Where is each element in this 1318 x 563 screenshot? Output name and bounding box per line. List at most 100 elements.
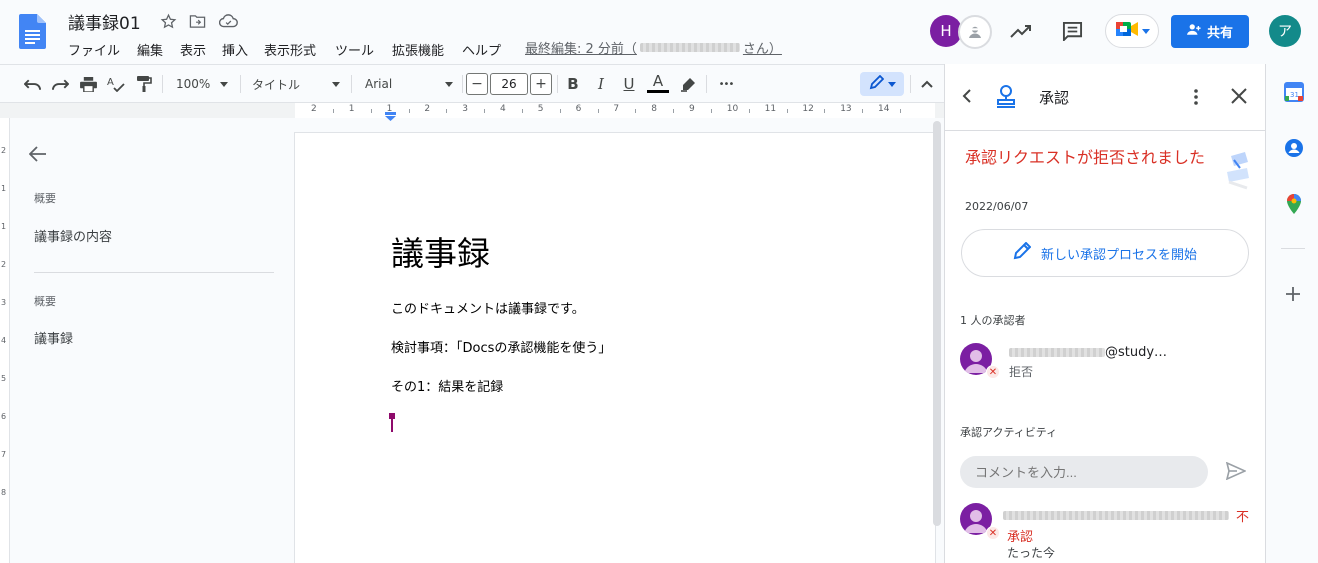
ruler-number: 10 (726, 104, 739, 114)
more-options-button[interactable]: ••• (714, 73, 738, 95)
toolbar-divider (351, 75, 352, 93)
menu-tools[interactable]: ツール (335, 40, 374, 59)
outline-item[interactable]: 議事録 (34, 328, 73, 347)
editing-mode-button[interactable] (860, 72, 904, 96)
send-icon[interactable] (1225, 461, 1247, 482)
approval-icon (995, 84, 1017, 108)
share-label: 共有 (1206, 26, 1233, 41)
ruler-tick (484, 109, 486, 113)
toolbar-divider (462, 75, 463, 93)
vertical-ruler: 2 1 1 2 3 4 5 6 7 8 (0, 118, 10, 563)
document-page[interactable]: 議事録 このドキュメントは議事録です。 検討事項：「Docsの承認機能を使う」 … (295, 133, 935, 563)
document-paragraph[interactable]: 検討事項：「Docsの承認機能を使う」 (391, 337, 611, 356)
back-arrow-icon[interactable] (961, 88, 981, 108)
activity-entry: 不 (1003, 506, 1249, 525)
ruler-number: 14 (878, 104, 890, 114)
activity-status-continued: 承認 (1007, 530, 1034, 545)
close-icon[interactable] (1231, 88, 1249, 106)
toolbar-divider (162, 75, 163, 93)
approval-date: 2022/06/07 (965, 200, 1029, 213)
paragraph-style-select[interactable]: タイトル (248, 73, 344, 95)
bold-button[interactable]: B (562, 73, 584, 95)
spellcheck-icon[interactable]: A (105, 73, 127, 95)
panel-divider (945, 130, 1266, 131)
last-edit-link[interactable]: 最終編集: 2 分前（ さん） (525, 38, 782, 57)
move-folder-icon[interactable] (187, 11, 207, 31)
start-new-approval-label: 新しい承認プロセスを開始 (1040, 247, 1197, 263)
ruler-tick (597, 109, 599, 113)
comment-input[interactable] (960, 456, 1208, 488)
back-arrow-icon[interactable] (28, 146, 49, 166)
contacts-icon[interactable] (1284, 138, 1304, 158)
document-scrollbar[interactable] (933, 121, 941, 526)
share-button[interactable]: 共有 (1171, 15, 1249, 48)
vertical-ruler-number: 8 (1, 488, 7, 497)
font-value: Arial (365, 77, 393, 91)
outline-item[interactable]: 議事録の内容 (34, 226, 112, 245)
more-vert-icon[interactable] (1188, 88, 1204, 106)
calendar-icon[interactable]: 31 (1284, 82, 1304, 102)
start-new-approval-button[interactable]: 新しい承認プロセスを開始 (961, 229, 1249, 277)
menu-file[interactable]: ファイル (68, 40, 120, 59)
outline-heading: 概要 (34, 192, 56, 205)
collapse-icon[interactable] (916, 73, 938, 95)
text-color-swatch (647, 90, 669, 93)
menu-format[interactable]: 表示形式 (264, 40, 316, 59)
ruler-tick (673, 109, 675, 113)
underline-button[interactable]: U (618, 73, 640, 95)
menu-view[interactable]: 表示 (180, 40, 206, 59)
cloud-icon[interactable] (217, 11, 239, 31)
ruler-tick (408, 109, 410, 113)
decrease-font-size-button[interactable]: − (466, 73, 488, 95)
menu-extensions[interactable]: 拡張機能 (392, 40, 444, 59)
add-icon[interactable] (1286, 286, 1300, 301)
horizontal-ruler[interactable]: 2 1 1 2 3 4 5 6 7 8 9 10 11 12 13 14 (0, 102, 944, 121)
redacted-editor-name (639, 43, 740, 52)
menu-help[interactable]: ヘルプ (462, 40, 501, 59)
redo-icon[interactable] (49, 73, 71, 95)
paint-format-icon[interactable] (133, 73, 155, 95)
redacted-activity-user (1003, 511, 1229, 520)
ruler-tick (370, 109, 372, 113)
font-size-input[interactable]: 26 (490, 73, 528, 95)
docs-window: 議事録01 ファイル 編集 表示 挿入 表示形式 ツール 拡張機能 ヘルプ 最終… (0, 0, 1318, 563)
ruler-number: 1 (348, 104, 355, 114)
vertical-ruler-number: 4 (1, 336, 7, 345)
increase-font-size-button[interactable]: + (530, 73, 552, 95)
zoom-value: 100% (176, 77, 211, 91)
rejected-illustration-icon (1225, 150, 1251, 192)
ruler-number: 7 (613, 104, 620, 114)
rail-divider (1281, 248, 1305, 249)
document-title[interactable]: 議事録01 (68, 9, 141, 34)
ruler-number: 2 (311, 104, 317, 114)
trending-icon[interactable] (1009, 19, 1033, 43)
star-icon[interactable] (158, 11, 178, 31)
italic-button[interactable]: I (590, 73, 612, 95)
document-paragraph[interactable]: その1：結果を記録 (391, 376, 503, 395)
document-paragraph[interactable]: このドキュメントは議事録です。 (391, 298, 585, 317)
toolbar-divider (910, 75, 911, 93)
formatting-toolbar: A 100% タイトル Arial − 26 + B I U A ••• (0, 64, 944, 102)
document-heading[interactable]: 議事録 (391, 227, 490, 275)
print-icon[interactable] (77, 73, 99, 95)
maps-icon[interactable] (1286, 194, 1302, 214)
account-avatar[interactable]: ア (1269, 15, 1301, 47)
meet-button[interactable] (1105, 14, 1159, 48)
text-color-button[interactable]: A (646, 72, 670, 96)
ruler-number: 9 (689, 104, 695, 114)
highlight-icon[interactable] (677, 73, 699, 95)
docs-logo-icon[interactable] (19, 14, 46, 49)
menu-insert[interactable]: 挿入 (222, 40, 248, 59)
undo-icon[interactable] (21, 73, 43, 95)
font-select[interactable]: Arial (361, 73, 457, 95)
approval-activity-label: 承認アクティビティ (960, 426, 1058, 439)
anonymous-viewer-icon[interactable] (958, 15, 992, 49)
comment-icon[interactable] (1060, 19, 1084, 43)
ruler-number: 2 (424, 104, 431, 114)
menu-edit[interactable]: 編集 (137, 40, 163, 59)
svg-text:A: A (107, 77, 114, 88)
meet-chevron-icon (1141, 28, 1150, 34)
zoom-select[interactable]: 100% (172, 73, 232, 95)
rejected-badge-icon: ✕ (986, 526, 1000, 540)
ruler-number: 3 (462, 104, 468, 114)
